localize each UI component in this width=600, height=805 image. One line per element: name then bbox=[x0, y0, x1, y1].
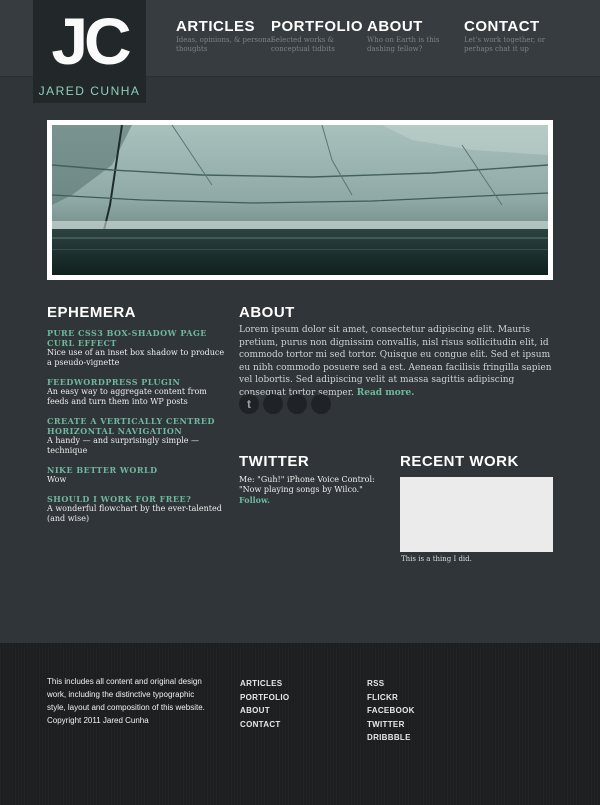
footer-link-flickr[interactable]: FLICKR bbox=[367, 691, 415, 705]
logo-name: JARED CUNHA bbox=[38, 84, 141, 98]
site-logo[interactable]: JC JARED CUNHA bbox=[33, 0, 146, 103]
recent-work-heading: RECENT WORK bbox=[400, 453, 519, 470]
twitter-heading: TWITTER bbox=[239, 453, 310, 470]
footer-link-facebook[interactable]: FACEBOOK bbox=[367, 704, 415, 718]
list-item: NIKE BETTER WORLD Wow bbox=[47, 465, 227, 485]
list-item: CREATE A VERTICALLY CENTRED HORIZONTAL N… bbox=[47, 416, 227, 456]
nav-articles[interactable]: ARTICLES Ideas, opinions, & personal tho… bbox=[176, 18, 276, 54]
nav-contact[interactable]: CONTACT Let's work together, or perhaps … bbox=[464, 18, 564, 54]
footer-link-contact[interactable]: CONTACT bbox=[240, 718, 289, 732]
nav-about-subtitle: Who on Earth is this dashing fellow? bbox=[367, 36, 440, 53]
ephemera-description: A handy — and surprisingly simple — tech… bbox=[47, 436, 200, 455]
footer-link-twitter[interactable]: TWITTER bbox=[367, 718, 415, 732]
nav-portfolio-label: PORTFOLIO bbox=[271, 18, 363, 35]
footer-link-rss[interactable]: RSS bbox=[367, 677, 415, 691]
ephemera-link[interactable]: CREATE A VERTICALLY CENTRED HORIZONTAL N… bbox=[47, 416, 227, 436]
ephemera-heading: EPHEMERA bbox=[47, 304, 137, 321]
rock-water-illustration bbox=[52, 125, 548, 275]
nav-portfolio-subtitle: Selected works & conceptual tidbits bbox=[271, 36, 335, 53]
twitter-glyph: t bbox=[247, 397, 251, 411]
nav-articles-label: ARTICLES bbox=[176, 18, 255, 35]
ephemera-description: An easy way to aggregate content from fe… bbox=[47, 387, 207, 406]
ephemera-link[interactable]: SHOULD I WORK FOR FREE? bbox=[47, 494, 227, 504]
ephemera-description: Wow bbox=[47, 475, 67, 484]
recent-work-thumbnail[interactable] bbox=[400, 477, 553, 552]
social-icon[interactable] bbox=[263, 394, 283, 414]
ephemera-list: PURE CSS3 BOX-SHADOW PAGE CURL EFFECT Ni… bbox=[47, 328, 227, 533]
footer-social: RSS FLICKR FACEBOOK TWITTER DRIBBBLE bbox=[367, 677, 415, 745]
hero-image bbox=[52, 125, 548, 275]
ephemera-link[interactable]: PURE CSS3 BOX-SHADOW PAGE CURL EFFECT bbox=[47, 328, 227, 348]
footer-link-articles[interactable]: ARTICLES bbox=[240, 677, 289, 691]
hero-image-frame bbox=[47, 120, 553, 280]
ephemera-link[interactable]: FEEDWORDPRESS PLUGIN bbox=[47, 377, 227, 387]
about-heading: ABOUT bbox=[239, 304, 295, 321]
list-item: PURE CSS3 BOX-SHADOW PAGE CURL EFFECT Ni… bbox=[47, 328, 227, 368]
nav-about-label: ABOUT bbox=[367, 18, 423, 35]
footer-nav: ARTICLES PORTFOLIO ABOUT CONTACT bbox=[240, 677, 289, 731]
list-item: FEEDWORDPRESS PLUGIN An easy way to aggr… bbox=[47, 377, 227, 407]
nav-about[interactable]: ABOUT Who on Earth is this dashing fello… bbox=[367, 18, 467, 54]
about-paragraph: Lorem ipsum dolor sit amet, consectetur … bbox=[239, 324, 555, 400]
footer-copyright: This includes all content and original d… bbox=[47, 677, 205, 725]
read-more-link[interactable]: Read more. bbox=[357, 388, 415, 398]
footer-link-about[interactable]: ABOUT bbox=[240, 704, 289, 718]
footer-link-portfolio[interactable]: PORTFOLIO bbox=[240, 691, 289, 705]
logo-monogram: JC bbox=[51, 4, 131, 78]
ephemera-description: Nice use of an inset box shadow to produ… bbox=[47, 348, 225, 367]
social-icon[interactable] bbox=[311, 394, 331, 414]
ephemera-description: A wonderful flowchart by the ever-talent… bbox=[47, 504, 222, 523]
list-item: SHOULD I WORK FOR FREE? A wonderful flow… bbox=[47, 494, 227, 524]
follow-link[interactable]: Follow. bbox=[239, 495, 379, 505]
nav-contact-subtitle: Let's work together, or perhaps chat it … bbox=[464, 36, 546, 53]
tweet-text: Me: "Guh!" iPhone Voice Control: "Now pl… bbox=[239, 475, 375, 494]
ephemera-link[interactable]: NIKE BETTER WORLD bbox=[47, 465, 227, 475]
latest-tweet: Me: "Guh!" iPhone Voice Control: "Now pl… bbox=[239, 475, 379, 505]
recent-work-caption: This is a thing I did. bbox=[401, 555, 472, 563]
social-icon[interactable] bbox=[287, 394, 307, 414]
svg-text:t: t bbox=[247, 397, 251, 411]
nav-articles-subtitle: Ideas, opinions, & personal thoughts bbox=[176, 36, 274, 53]
nav-contact-label: CONTACT bbox=[464, 18, 540, 35]
footer-link-dribbble[interactable]: DRIBBBLE bbox=[367, 731, 415, 745]
nav-portfolio[interactable]: PORTFOLIO Selected works & conceptual ti… bbox=[271, 18, 371, 54]
twitter-icon[interactable]: t bbox=[239, 394, 259, 414]
